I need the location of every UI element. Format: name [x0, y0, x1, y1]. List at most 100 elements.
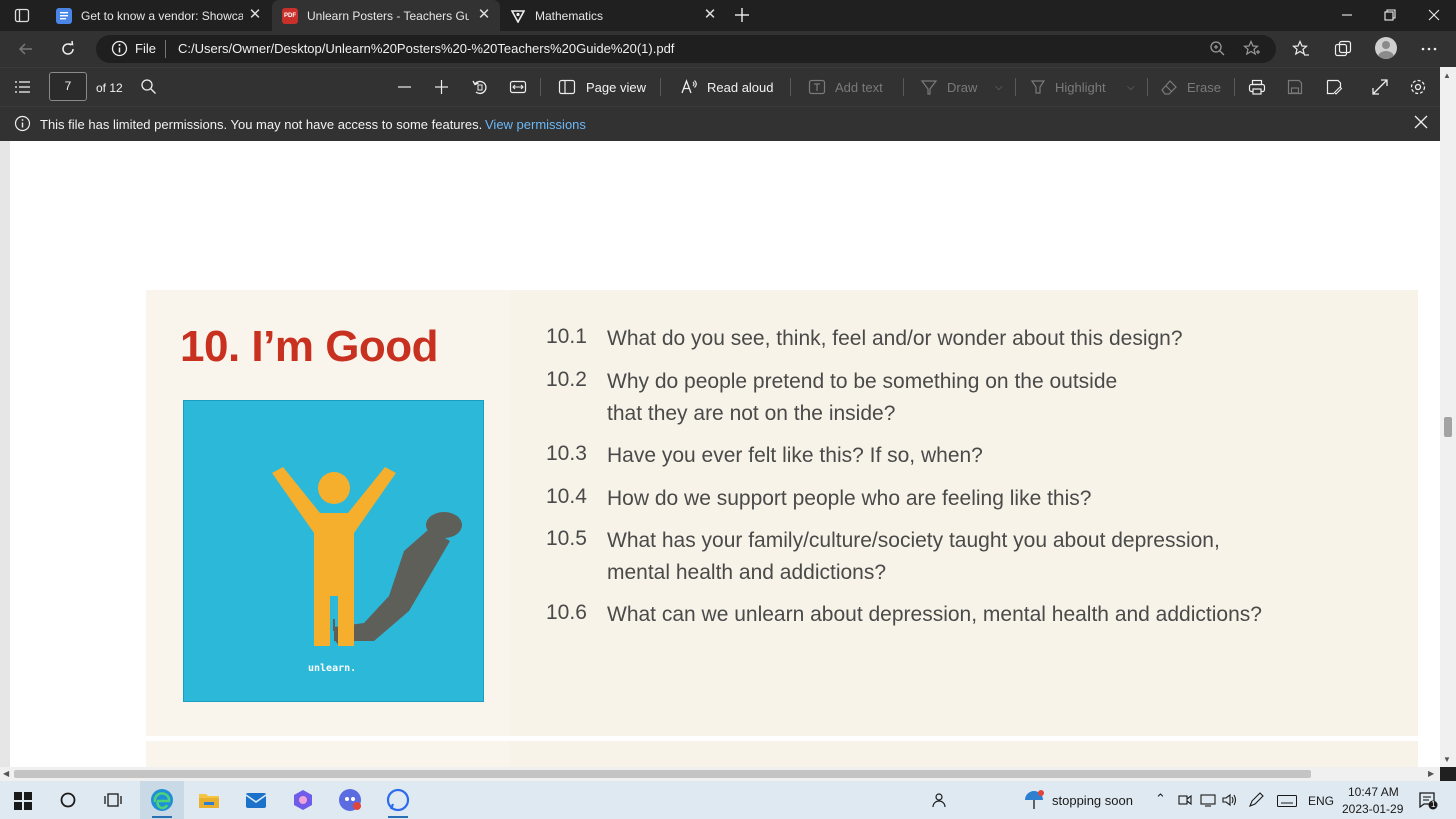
- zoom-icon[interactable]: [1209, 40, 1226, 57]
- more-menu-icon[interactable]: [1420, 40, 1438, 58]
- erase-button: Erase: [1187, 80, 1221, 95]
- scroll-down-arrow[interactable]: ▼: [1443, 755, 1451, 764]
- vertical-scroll-thumb[interactable]: [1444, 417, 1452, 437]
- toolbar-divider: [1015, 78, 1016, 96]
- notification-count: 1: [1431, 800, 1436, 809]
- favorites-icon[interactable]: [1291, 40, 1310, 58]
- weather-icon[interactable]: [1022, 788, 1046, 812]
- tab-unlearn-posters[interactable]: PDF Unlearn Posters - Teachers Guide ✕: [272, 0, 500, 31]
- horizontal-scroll-thumb[interactable]: [14, 770, 1311, 778]
- tab-google-docs[interactable]: Get to know a vendor: Showcasin ✕: [46, 0, 271, 31]
- pen-icon[interactable]: [1248, 792, 1264, 808]
- vertical-scrollbar[interactable]: ▲ ▼: [1440, 67, 1456, 767]
- address-divider: [165, 40, 166, 58]
- keyboard-icon[interactable]: [1277, 794, 1297, 807]
- clock-date[interactable]: 2023-01-29: [1342, 802, 1403, 816]
- active-app-indicator: [388, 816, 408, 818]
- google-docs-icon: [56, 7, 72, 24]
- page-view-icon[interactable]: [558, 78, 576, 96]
- refresh-button[interactable]: [59, 40, 77, 58]
- tab-mathematics[interactable]: Mathematics ✕: [500, 0, 726, 31]
- close-tab-icon[interactable]: ✕: [247, 7, 263, 23]
- person-icon: [1378, 41, 1394, 59]
- poster-brand-label: unlearn.: [308, 663, 357, 674]
- scheme-label: File: [135, 41, 156, 56]
- minimize-button[interactable]: [1340, 8, 1354, 22]
- save-icon: [1286, 78, 1304, 96]
- mail-button[interactable]: [244, 788, 268, 812]
- info-icon: [14, 115, 31, 132]
- save-as-icon[interactable]: [1325, 78, 1343, 96]
- meet-icon[interactable]: [1178, 793, 1192, 807]
- add-text-button: Add text: [835, 80, 883, 95]
- edge-taskbar-button[interactable]: [140, 781, 184, 819]
- question-number: 10.1: [546, 325, 587, 348]
- rotate-icon: [472, 80, 487, 95]
- scroll-up-arrow[interactable]: ▲: [1443, 71, 1451, 80]
- close-window-button[interactable]: [1427, 8, 1441, 22]
- signal-taskbar-button[interactable]: [376, 781, 420, 819]
- new-tab-button[interactable]: [733, 6, 751, 24]
- site-info-icon[interactable]: [111, 40, 128, 57]
- windows-icon: [14, 792, 32, 810]
- settings-icon[interactable]: [1409, 78, 1427, 96]
- refresh-icon: [62, 40, 74, 55]
- task-view-button[interactable]: [104, 791, 122, 809]
- back-button[interactable]: [17, 40, 35, 58]
- people-icon[interactable]: [930, 792, 946, 808]
- chevron-up-icon[interactable]: ⌃: [1155, 791, 1166, 807]
- language-indicator[interactable]: ENG: [1308, 794, 1334, 808]
- question-text: How do we support people who are feeling…: [607, 487, 1092, 510]
- question-number: 10.4: [546, 485, 587, 508]
- close-infobar-icon[interactable]: [1414, 115, 1428, 129]
- fit-width-button[interactable]: [509, 78, 527, 96]
- question-text: Have you ever felt like this? If so, whe…: [607, 444, 983, 467]
- volume-icon[interactable]: [1222, 793, 1238, 807]
- search-taskbar-button[interactable]: [59, 791, 77, 809]
- add-favorite-icon[interactable]: [1242, 40, 1261, 58]
- tab-actions-button[interactable]: [14, 7, 31, 24]
- poster-illustration: [272, 467, 462, 646]
- zoom-out-button[interactable]: [396, 78, 413, 95]
- pdf-icon: PDF: [282, 7, 298, 24]
- folder-icon: [199, 794, 219, 808]
- tab-title: Unlearn Posters - Teachers Guide: [307, 8, 469, 23]
- clock-time[interactable]: 10:47 AM: [1348, 785, 1399, 799]
- search-icon[interactable]: [140, 78, 157, 95]
- restore-button[interactable]: [1383, 8, 1397, 22]
- draw-icon: [920, 78, 938, 96]
- copilot-button[interactable]: [291, 788, 315, 812]
- url-text[interactable]: C:/Users/Owner/Desktop/Unlearn%20Posters…: [178, 41, 674, 56]
- question-text: What has your family/culture/society tau…: [607, 529, 1220, 552]
- notifications-icon[interactable]: 1: [1418, 790, 1438, 810]
- arrow-left-icon: [18, 43, 32, 55]
- horizontal-scrollbar[interactable]: ◀ ▶: [0, 767, 1440, 781]
- restore-icon: [1384, 9, 1396, 21]
- page-view-button[interactable]: Page view: [586, 80, 646, 95]
- file-explorer-button[interactable]: [197, 788, 221, 812]
- view-permissions-link[interactable]: View permissions: [485, 117, 586, 132]
- page-number-input[interactable]: 7: [49, 72, 87, 101]
- toolbar-divider: [660, 78, 661, 96]
- profile-avatar[interactable]: [1375, 37, 1397, 59]
- collections-icon[interactable]: [1334, 40, 1352, 58]
- read-aloud-button[interactable]: Read aloud: [707, 80, 774, 95]
- table-of-contents-icon[interactable]: [14, 78, 32, 96]
- print-icon[interactable]: [1248, 78, 1266, 96]
- scroll-right-arrow[interactable]: ▶: [1428, 769, 1434, 778]
- weather-text[interactable]: stopping soon: [1052, 793, 1133, 808]
- start-button[interactable]: [14, 792, 32, 810]
- fullscreen-icon[interactable]: [1371, 78, 1389, 96]
- rotate-button[interactable]: [471, 78, 489, 96]
- scroll-left-arrow[interactable]: ◀: [3, 769, 9, 778]
- close-icon: [1428, 9, 1440, 21]
- close-tab-icon[interactable]: ✕: [476, 7, 492, 23]
- toolbar-divider: [1234, 78, 1235, 96]
- highlight-button: Highlight: [1055, 80, 1106, 95]
- read-aloud-icon[interactable]: [680, 78, 698, 96]
- zoom-in-button[interactable]: [433, 78, 450, 95]
- signal-icon: [386, 788, 410, 812]
- chat-app-button[interactable]: [338, 788, 362, 812]
- close-tab-icon[interactable]: ✕: [702, 7, 718, 23]
- network-icon[interactable]: [1200, 793, 1216, 807]
